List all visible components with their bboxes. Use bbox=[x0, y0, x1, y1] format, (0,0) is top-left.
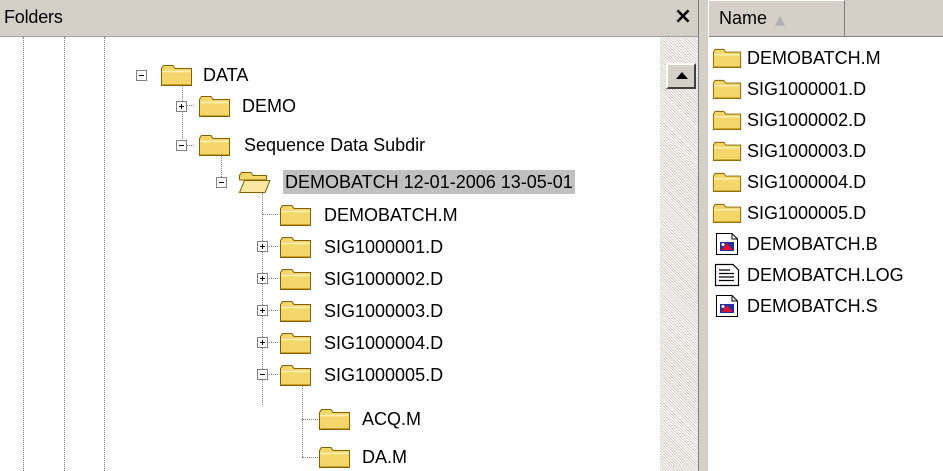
expand-toggle[interactable] bbox=[257, 337, 268, 348]
folder-icon bbox=[712, 108, 742, 132]
tree-item-label: SIG1000001.D bbox=[324, 237, 444, 257]
folder-icon bbox=[279, 299, 312, 323]
collapse-toggle[interactable] bbox=[136, 70, 147, 81]
tree-item-label: DATA bbox=[203, 65, 249, 85]
batch-file-icon bbox=[712, 294, 742, 318]
folder-icon bbox=[160, 63, 193, 87]
file-item-label: SIG1000005.D bbox=[747, 203, 867, 223]
file-item-label: DEMOBATCH.B bbox=[747, 234, 878, 254]
expand-toggle[interactable] bbox=[257, 305, 268, 316]
folders-pane-title: Folders bbox=[4, 7, 63, 27]
tree-guide bbox=[182, 84, 183, 145]
folders-pane-header: Folders × bbox=[0, 0, 698, 37]
name-column-label: Name bbox=[719, 8, 768, 28]
close-folders-button[interactable]: × bbox=[671, 4, 695, 30]
expand-toggle[interactable] bbox=[176, 101, 187, 112]
name-column-header[interactable]: Name ▲ bbox=[708, 0, 845, 37]
collapse-toggle[interactable] bbox=[216, 177, 227, 188]
file-list-header: Name ▲ bbox=[708, 0, 943, 37]
tree-guide bbox=[302, 457, 318, 458]
file-item-label: DEMOBATCH.S bbox=[747, 296, 878, 316]
scroll-up-button[interactable] bbox=[666, 63, 696, 89]
folder-icon bbox=[279, 331, 312, 355]
tree-item-label: Sequence Data Subdir bbox=[244, 135, 426, 155]
tree-guide bbox=[104, 37, 105, 471]
collapse-toggle[interactable] bbox=[257, 369, 268, 380]
file-list-pane: Name ▲ DEMOBATCH.M SIG1000001.D SIG100000… bbox=[708, 0, 943, 471]
tree-guide bbox=[302, 383, 303, 457]
folders-pane: Folders × DATA DEMO Sequence Data Subdir… bbox=[0, 0, 698, 471]
tree-guide bbox=[302, 419, 318, 420]
text-file-icon bbox=[712, 263, 742, 287]
expand-toggle[interactable] bbox=[257, 273, 268, 284]
folder-tree: DATA DEMO Sequence Data Subdir DEMOBATCH… bbox=[0, 37, 660, 471]
folder-icon bbox=[712, 46, 742, 70]
folder-icon bbox=[712, 77, 742, 101]
file-item-label: SIG1000001.D bbox=[747, 79, 867, 99]
tree-item-label: SIG1000003.D bbox=[324, 301, 444, 321]
folder-open-icon bbox=[238, 170, 271, 194]
folder-icon bbox=[198, 133, 231, 157]
tree-item-label: DA.M bbox=[362, 447, 407, 467]
file-item-label: DEMOBATCH.LOG bbox=[747, 265, 904, 285]
expand-toggle[interactable] bbox=[257, 241, 268, 252]
tree-item-label: DEMO bbox=[242, 96, 296, 116]
tree-guide bbox=[23, 37, 24, 471]
tree-item-label: SIG1000002.D bbox=[324, 269, 444, 289]
folders-scrollbar[interactable] bbox=[660, 37, 698, 471]
folder-icon bbox=[318, 445, 351, 469]
folder-icon bbox=[712, 139, 742, 163]
tree-item-label: SIG1000005.D bbox=[324, 365, 444, 385]
tree-item-label: DEMOBATCH.M bbox=[324, 205, 458, 225]
pane-splitter[interactable] bbox=[698, 0, 708, 471]
folder-icon bbox=[279, 363, 312, 387]
folder-icon bbox=[198, 94, 231, 118]
file-item-label: SIG1000002.D bbox=[747, 110, 867, 130]
tree-item-label: ACQ.M bbox=[362, 409, 422, 429]
tree-item-label: SIG1000004.D bbox=[324, 333, 444, 353]
folder-icon bbox=[279, 203, 312, 227]
folder-icon bbox=[712, 170, 742, 194]
folder-icon bbox=[712, 201, 742, 225]
file-item-label: DEMOBATCH.M bbox=[747, 48, 881, 68]
sort-ascending-icon: ▲ bbox=[775, 13, 786, 28]
batch-file-icon bbox=[712, 232, 742, 256]
file-item-label: SIG1000004.D bbox=[747, 172, 867, 192]
tree-guide bbox=[64, 37, 65, 471]
folder-icon bbox=[279, 235, 312, 259]
tree-guide bbox=[262, 214, 278, 215]
folder-icon bbox=[279, 267, 312, 291]
tree-item-label: DEMOBATCH 12-01-2006 13-05-01 bbox=[283, 170, 575, 194]
folder-icon bbox=[318, 407, 351, 431]
collapse-toggle[interactable] bbox=[176, 140, 187, 151]
file-item-label: SIG1000003.D bbox=[747, 141, 867, 161]
